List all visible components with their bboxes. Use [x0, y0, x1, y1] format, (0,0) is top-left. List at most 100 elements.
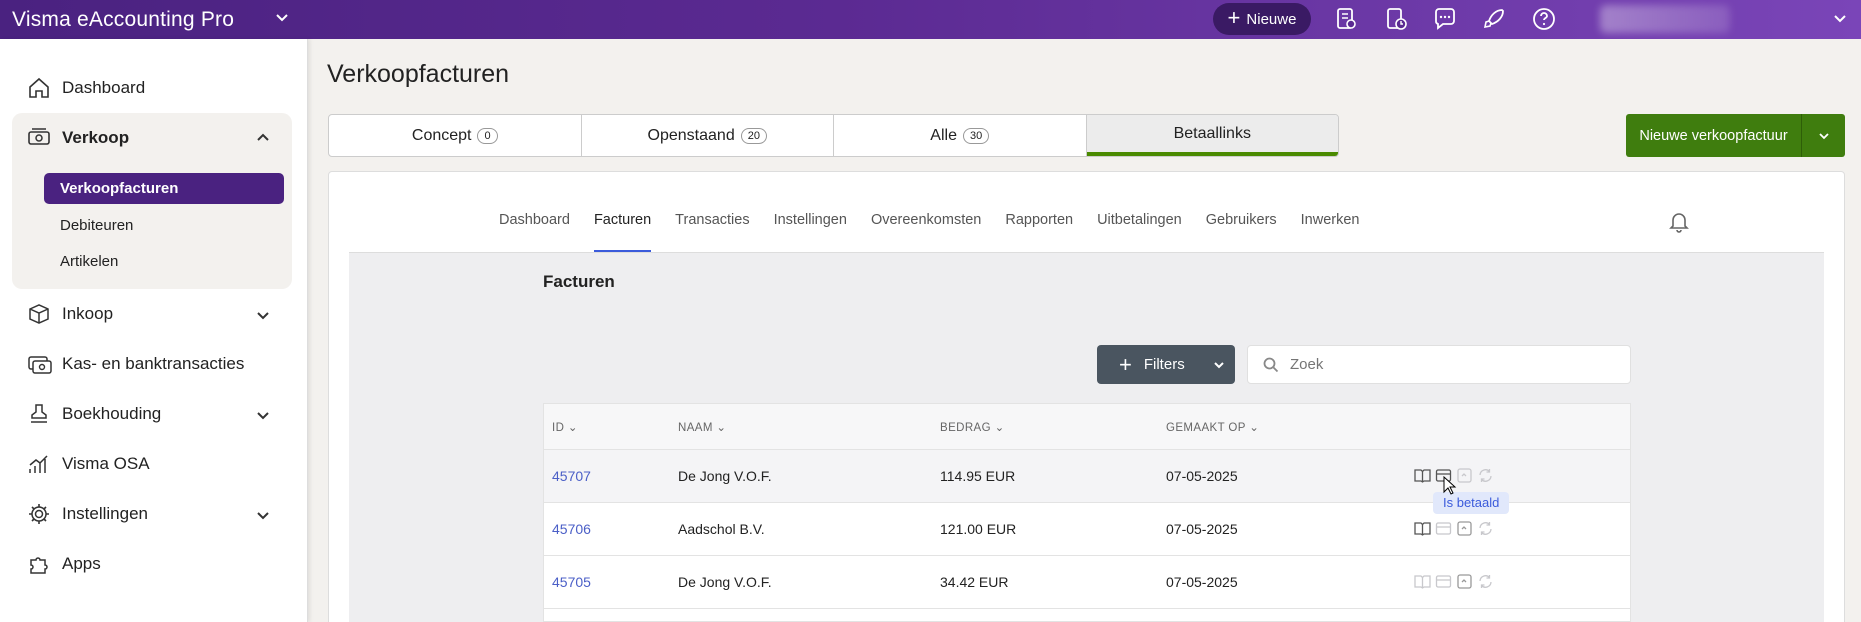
column-label: NAAM	[678, 422, 713, 434]
subnav-gebruikers[interactable]: Gebruikers	[1206, 212, 1277, 252]
new-invoice-dropdown[interactable]	[1801, 114, 1845, 157]
page-title: Verkoopfacturen	[327, 60, 510, 88]
invoice-id-link[interactable]: 45706	[552, 521, 591, 537]
refresh-icon[interactable]	[1477, 467, 1494, 484]
sidebar-item-apps[interactable]: Apps	[26, 549, 101, 579]
sidebar-item-inkoop[interactable]: Inkoop	[26, 299, 113, 329]
tab-count: 0	[477, 127, 498, 144]
tab-concept[interactable]: Concept 0	[329, 115, 582, 156]
puzzle-icon	[30, 557, 48, 574]
refresh-icon[interactable]	[1477, 520, 1494, 537]
column-bedrag[interactable]: BEDRAG ⌄	[940, 420, 1005, 434]
bell-icon[interactable]	[1668, 209, 1690, 233]
sidebar-item-label: Dashboard	[62, 78, 146, 97]
filters-label: Filters	[1143, 356, 1185, 373]
invoice-amount: 121.00 EUR	[940, 521, 1017, 537]
sidebar-item-label: Visma OSA	[62, 454, 150, 473]
refund-icon[interactable]	[1456, 467, 1473, 484]
mouse-cursor-icon	[1443, 476, 1457, 495]
chart-icon	[29, 455, 48, 473]
chevron-down-icon[interactable]	[254, 306, 272, 324]
sidebar-item-label: Apps	[62, 554, 101, 573]
stamp-icon	[31, 404, 47, 423]
sidebar-sub-verkoopfacturen[interactable]: Verkoopfacturen	[44, 173, 284, 204]
card-icon[interactable]	[1435, 520, 1452, 537]
tab-openstaand[interactable]: Openstaand 20	[582, 115, 834, 156]
tab-betaallinks[interactable]: Betaallinks	[1086, 115, 1338, 156]
sidebar-item-label: Kas- en banktransacties	[62, 354, 245, 373]
subnav-transacties[interactable]: Transacties	[675, 212, 749, 252]
column-label: BEDRAG	[940, 422, 991, 434]
row-actions	[1414, 520, 1494, 537]
help-icon[interactable]	[1531, 6, 1557, 32]
tab-alle[interactable]: Alle 30	[834, 115, 1087, 156]
subnav-instellingen[interactable]: Instellingen	[774, 212, 847, 252]
invoice-id-link[interactable]: 45707	[552, 468, 591, 484]
sidebar-item-label: Instellingen	[62, 504, 149, 523]
sidebar-item-instellingen[interactable]: Instellingen	[26, 499, 148, 529]
rocket-icon[interactable]	[1481, 6, 1507, 32]
gear-icon	[29, 504, 49, 524]
sidebar-item-dashboard[interactable]: Dashboard	[26, 73, 145, 103]
refund-icon[interactable]	[1456, 573, 1473, 590]
sidebar-sub-debiteuren[interactable]: Debiteuren	[60, 217, 133, 234]
subnav-rapporten[interactable]: Rapporten	[1005, 212, 1073, 252]
app-title[interactable]: Visma eAccounting Pro	[12, 8, 234, 32]
chat-icon[interactable]	[1432, 6, 1458, 32]
sidebar: Dashboard Verkoop Verkoopfacturen Debite…	[0, 39, 308, 622]
home-icon	[29, 77, 49, 98]
chevron-down-icon[interactable]	[272, 8, 292, 28]
book-icon[interactable]	[1414, 520, 1431, 537]
box-icon	[29, 304, 49, 324]
sidebar-item-visma-osa[interactable]: Visma OSA	[26, 449, 150, 479]
sidebar-item-label: Verkoop	[62, 128, 130, 147]
bank-icon	[28, 356, 52, 374]
book-icon[interactable]	[1414, 467, 1431, 484]
chevron-up-icon[interactable]	[254, 129, 272, 147]
column-label: ID	[552, 422, 565, 434]
refresh-icon[interactable]	[1477, 573, 1494, 590]
subnav-dashboard[interactable]: Dashboard	[499, 212, 570, 252]
column-naam[interactable]: NAAM ⌄	[678, 420, 726, 434]
chevron-down-icon	[1214, 361, 1224, 368]
invoice-name: De Jong V.O.F.	[678, 468, 772, 484]
refund-icon[interactable]	[1456, 520, 1473, 537]
column-gemaakt-op[interactable]: GEMAAKT OP ⌄	[1166, 420, 1259, 434]
subnav-facturen[interactable]: Facturen	[593, 212, 652, 252]
chevron-down-icon[interactable]	[254, 406, 272, 424]
search-box	[1247, 345, 1631, 384]
book-icon[interactable]	[1414, 573, 1431, 590]
tab-label: Betaallinks	[1173, 124, 1251, 142]
card-icon[interactable]	[1435, 573, 1452, 590]
tab-count: 30	[962, 127, 990, 144]
sidebar-item-kas-bank[interactable]: Kas- en banktransacties	[26, 349, 244, 379]
invoice-icon[interactable]	[1333, 6, 1359, 32]
sidebar-sub-artikelen[interactable]: Artikelen	[60, 253, 118, 270]
filters-button[interactable]: + Filters	[1097, 345, 1235, 384]
invoice-name: De Jong V.O.F.	[678, 574, 772, 590]
new-invoice-button[interactable]: Nieuwe verkoopfactuur	[1626, 114, 1845, 157]
subnav-inwerken[interactable]: Inwerken	[1301, 212, 1360, 252]
tab-label: Openstaand	[647, 126, 735, 144]
invoice-id-link[interactable]: 45705	[552, 574, 591, 590]
sidebar-item-verkoop[interactable]: Verkoop	[26, 123, 129, 153]
search-input[interactable]	[1290, 356, 1590, 373]
invoice-date: 07-05-2025	[1166, 574, 1238, 590]
cash-icon	[28, 128, 50, 145]
chevron-down-icon[interactable]	[254, 506, 272, 524]
table-row[interactable]: 45705 De Jong V.O.F. 34.42 EUR 07-05-202…	[544, 556, 1630, 609]
sidebar-item-boekhouding[interactable]: Boekhouding	[26, 399, 161, 429]
invoice-amount: 34.42 EUR	[940, 574, 1009, 590]
new-invoice-label: Nieuwe verkoopfactuur	[1639, 127, 1788, 144]
chevron-down-icon[interactable]	[1830, 9, 1850, 29]
tab-label: Concept	[411, 126, 472, 144]
subnav-uitbetalingen[interactable]: Uitbetalingen	[1097, 212, 1182, 252]
tab-count: 20	[740, 127, 767, 144]
subnav-overeenkomsten[interactable]: Overeenkomsten	[871, 212, 981, 252]
payment-links-subnav: Dashboard Facturen Transacties Instellin…	[499, 212, 1360, 252]
sidebar-item-label: Boekhouding	[62, 404, 162, 423]
column-id[interactable]: ID ⌄	[552, 420, 578, 434]
new-button[interactable]: + Nieuwe	[1213, 3, 1311, 35]
time-icon[interactable]	[1383, 6, 1409, 32]
user-menu[interactable]	[1600, 5, 1730, 33]
